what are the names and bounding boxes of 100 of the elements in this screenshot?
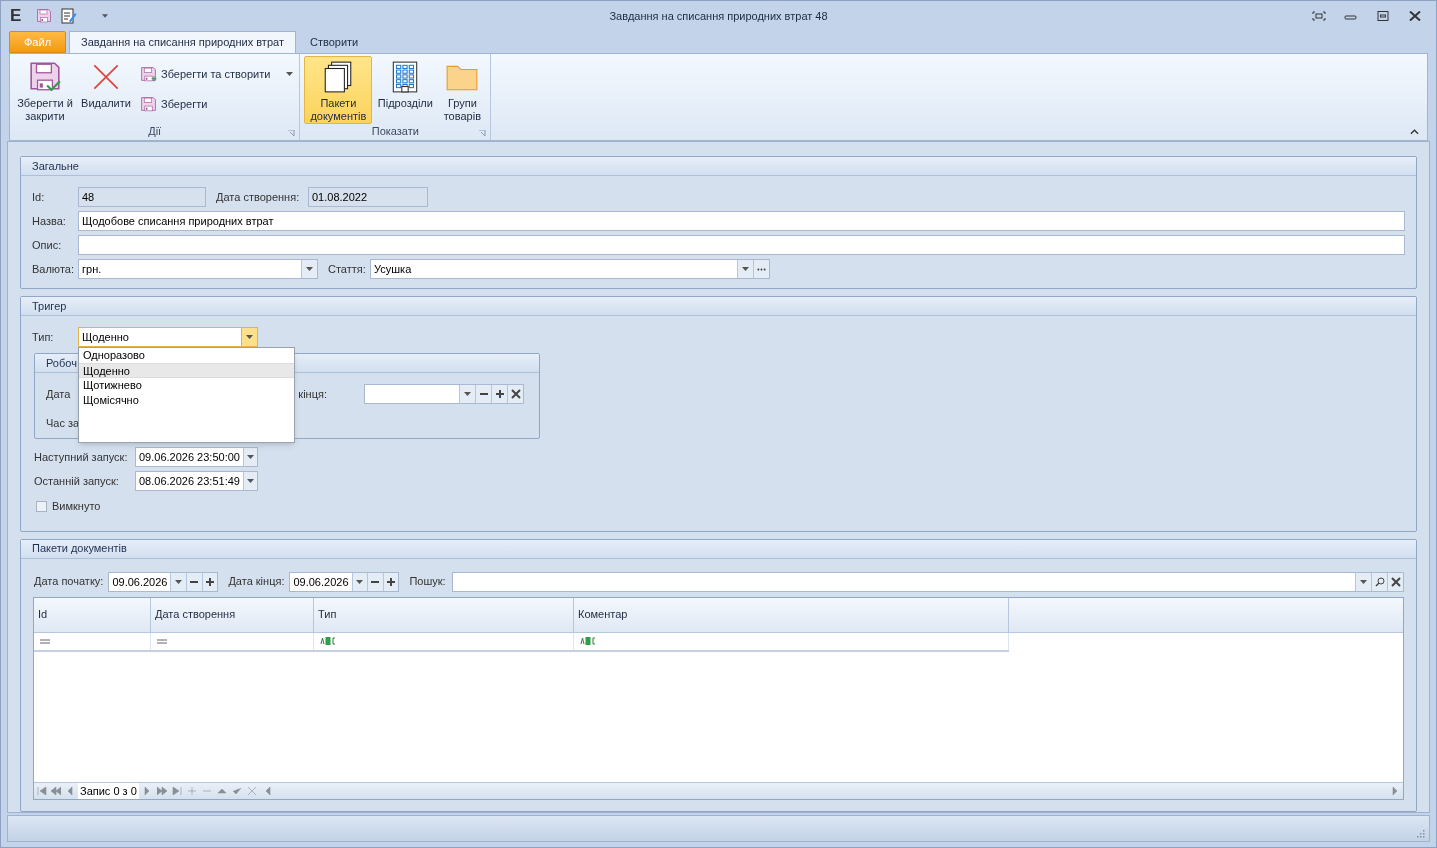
- ellipsis-icon: [757, 267, 766, 271]
- close-button[interactable]: [1408, 11, 1422, 21]
- plus-icon: [205, 576, 216, 587]
- field-label: Останній запуск:: [34, 473, 120, 489]
- previous-record-icon[interactable]: [65, 785, 75, 796]
- caret-icon: [306, 267, 313, 271]
- combo-box[interactable]: грн.: [78, 259, 318, 279]
- dropdown-option[interactable]: Щоденно: [79, 363, 294, 378]
- collapse-ribbon-icon[interactable]: [1410, 129, 1419, 135]
- dropdown-button[interactable]: [737, 260, 753, 278]
- app-logo: E: [10, 5, 22, 28]
- dropdown-button[interactable]: [459, 385, 476, 403]
- dropdown-button[interactable]: [351, 572, 368, 591]
- close-icon: [1408, 11, 1422, 21]
- ribbon-tab[interactable]: Створити: [298, 31, 370, 53]
- resize-grip-icon: [1415, 828, 1425, 838]
- field-label: Id:: [32, 189, 46, 205]
- caret-icon: [246, 479, 254, 483]
- field-label: Дата: [46, 386, 71, 402]
- clear-button[interactable]: [1387, 572, 1403, 591]
- full-screen-icon: [1312, 11, 1326, 21]
- combo-box[interactable]: Усушка: [370, 259, 770, 279]
- date-field[interactable]: [364, 384, 525, 404]
- ribbon-button[interactable]: Зберегти: [140, 95, 296, 113]
- search-icon: [1374, 576, 1385, 587]
- column-header[interactable]: Дата створення: [151, 597, 314, 632]
- group-title: Загальне: [32, 158, 79, 174]
- decrement-button[interactable]: [475, 385, 492, 403]
- customize-toolbar-button[interactable]: [102, 14, 109, 18]
- equals-icon: [40, 638, 50, 644]
- caret-icon: [175, 579, 183, 584]
- next-record-icon[interactable]: [141, 785, 152, 796]
- search-field[interactable]: [451, 571, 1404, 592]
- scroll-right-icon[interactable]: [1390, 785, 1400, 796]
- text-field[interactable]: Щодобове списання природних втрат: [78, 211, 1405, 231]
- text-field[interactable]: [78, 235, 1405, 255]
- dropdown-option[interactable]: Щотижнево: [79, 378, 294, 393]
- last-record-icon[interactable]: [171, 785, 182, 796]
- date-field[interactable]: 09.06.2026: [108, 571, 219, 592]
- column-header[interactable]: Id: [34, 597, 151, 632]
- caret-icon: [246, 455, 254, 459]
- datetime-field[interactable]: 09.06.2026 23:50:00: [135, 447, 258, 467]
- close-icon: [1390, 576, 1401, 587]
- save-icon: [36, 8, 53, 24]
- ribbon-button[interactable]: Зберегти й закрити: [14, 56, 76, 124]
- check-icon[interactable]: [231, 785, 242, 796]
- combo-box[interactable]: Щоденно: [78, 327, 258, 347]
- field-label: Пошук:: [409, 574, 446, 590]
- full-screen-button[interactable]: [1312, 11, 1326, 21]
- ribbon-button[interactable]: Пакети документів: [304, 56, 373, 124]
- column-header[interactable]: Тип: [314, 597, 574, 632]
- dropdown-option[interactable]: Одноразово: [79, 348, 294, 363]
- close-icon: [510, 389, 521, 399]
- clear-button[interactable]: [507, 385, 524, 403]
- caret-icon: [102, 14, 109, 18]
- group-title: Пакети документів: [32, 541, 127, 557]
- ribbon-button[interactable]: Підрозділи: [374, 56, 437, 124]
- caret-icon: [356, 579, 364, 584]
- launcher-icon[interactable]: [479, 130, 487, 137]
- dropdown-button[interactable]: [1355, 572, 1371, 591]
- dropdown-option[interactable]: Щомісячно: [79, 393, 294, 408]
- caret-icon: [1360, 579, 1367, 584]
- caret-icon: [246, 335, 253, 339]
- datetime-field[interactable]: 08.06.2026 23:51:49: [135, 471, 258, 491]
- checkbox[interactable]: Вимкнуто: [36, 498, 101, 515]
- dropdown-button[interactable]: [301, 260, 317, 278]
- dropdown-button[interactable]: [242, 472, 257, 490]
- record-counter: Запис 0 з 0: [78, 782, 139, 799]
- window-title: Завдання на списання природних втрат 48: [609, 8, 828, 24]
- maximize-icon: [1376, 11, 1390, 21]
- ribbon-button[interactable]: Групи товарів: [438, 56, 487, 124]
- dropdown-button[interactable]: [170, 572, 187, 591]
- field-label: Валюта:: [32, 261, 75, 277]
- field-label: Тип:: [32, 329, 55, 345]
- decrement-button[interactable]: [367, 572, 383, 591]
- field-label: Назва:: [32, 213, 67, 229]
- group-title: Робоч: [46, 355, 77, 371]
- maximize-button[interactable]: [1376, 11, 1390, 21]
- save-button[interactable]: [36, 8, 53, 24]
- first-record-icon[interactable]: [37, 785, 47, 796]
- dropdown-button[interactable]: [241, 328, 257, 346]
- date-field[interactable]: 09.06.2026: [289, 571, 400, 592]
- ribbon-tab[interactable]: Завдання на списання природних втрат: [69, 31, 296, 53]
- launcher-icon[interactable]: [288, 130, 296, 137]
- edit-button[interactable]: [61, 8, 78, 24]
- ribbon-group-title: Дії: [148, 125, 162, 139]
- next-page-icon[interactable]: [156, 785, 167, 796]
- caret-icon: [286, 72, 294, 76]
- ribbon-button[interactable]: Зберегти та створити: [140, 65, 296, 83]
- column-header[interactable]: Коментар: [574, 597, 1009, 632]
- ribbon-button[interactable]: Видалити: [78, 56, 134, 124]
- search-button[interactable]: [1371, 572, 1387, 591]
- text-filter-icon: [320, 637, 336, 645]
- dropdown-button[interactable]: [242, 448, 257, 466]
- plus-icon: [494, 389, 505, 399]
- decrement-button[interactable]: [186, 572, 202, 591]
- field-label: Дата кінця:: [228, 574, 285, 590]
- increment-button[interactable]: [491, 385, 508, 403]
- field-label: Наступний запуск:: [34, 449, 129, 465]
- previous-page-icon[interactable]: [51, 785, 61, 796]
